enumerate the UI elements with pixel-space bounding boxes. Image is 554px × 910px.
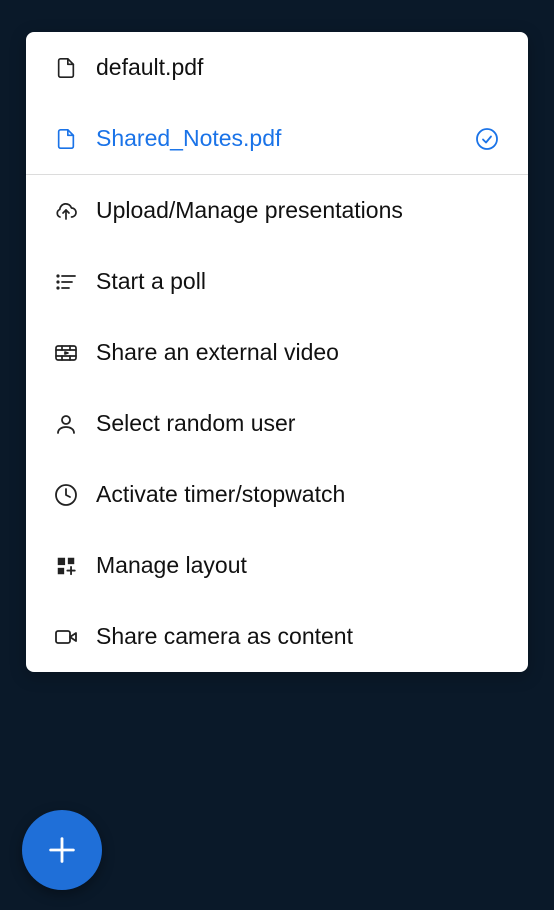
menu-item-label: Select random user [96,410,500,437]
share-external-video-item[interactable]: Share an external video [26,317,528,388]
checkmark-circle-icon [474,126,500,152]
menu-item-label: Activate timer/stopwatch [96,481,500,508]
file-item-shared-notes[interactable]: Shared_Notes.pdf [26,103,528,174]
user-icon [54,412,78,436]
menu-item-label: Upload/Manage presentations [96,197,500,224]
file-label: default.pdf [96,54,500,81]
poll-icon [54,270,78,294]
share-camera-item[interactable]: Share camera as content [26,601,528,672]
cloud-upload-icon [54,199,78,223]
file-item-default[interactable]: default.pdf [26,32,528,103]
plus-icon [45,833,79,867]
file-icon [54,56,78,80]
start-poll-item[interactable]: Start a poll [26,246,528,317]
manage-layout-item[interactable]: Manage layout [26,530,528,601]
menu-item-label: Manage layout [96,552,500,579]
actions-menu: default.pdf Shared_Notes.pdf Upload/ [26,32,528,672]
clock-icon [54,483,78,507]
select-random-user-item[interactable]: Select random user [26,388,528,459]
file-label: Shared_Notes.pdf [96,125,456,152]
file-icon [54,127,78,151]
layout-icon [54,554,78,578]
menu-item-label: Start a poll [96,268,500,295]
upload-presentations-item[interactable]: Upload/Manage presentations [26,175,528,246]
menu-item-label: Share camera as content [96,623,500,650]
camera-icon [54,625,78,649]
menu-item-label: Share an external video [96,339,500,366]
film-icon [54,341,78,365]
actions-fab-button[interactable] [22,810,102,890]
activate-timer-item[interactable]: Activate timer/stopwatch [26,459,528,530]
